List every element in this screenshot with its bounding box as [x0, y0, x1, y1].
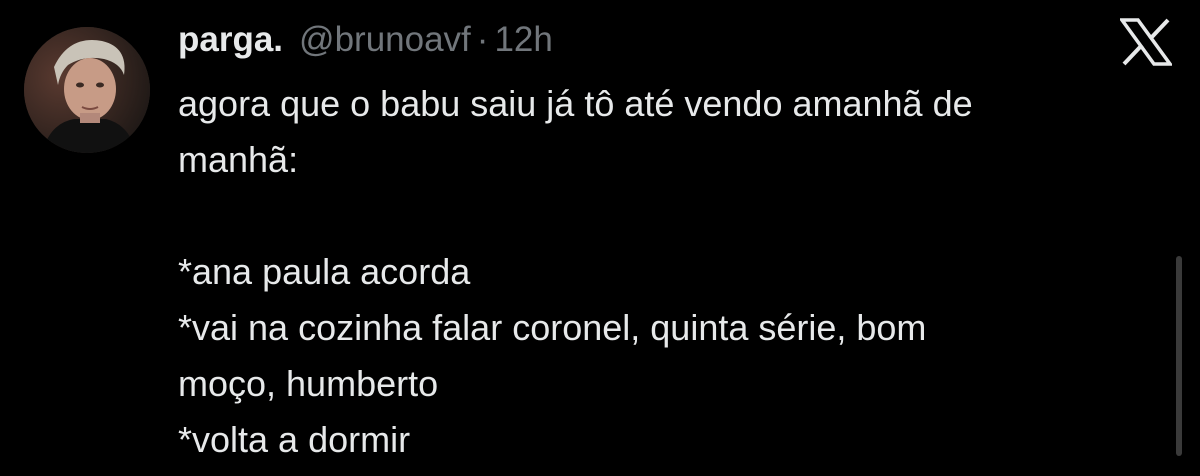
tweet-card[interactable]: parga. @brunoavf · 12h agora que o babu …: [0, 0, 1200, 476]
tweet-line: [178, 188, 1138, 244]
tweet-header: parga. @brunoavf · 12h: [178, 20, 553, 70]
separator-dot: ·: [476, 20, 489, 59]
tweet-line: manhã:: [178, 139, 299, 180]
tweet-line: moço, humberto: [178, 363, 439, 404]
user-handle[interactable]: @brunoavf: [299, 20, 471, 60]
tweet-line: *volta a dormir: [178, 419, 411, 460]
tweet-text: agora que o babu saiu já tô até vendo am…: [178, 76, 1138, 468]
tweet-line: *vai na cozinha falar coronel, quinta sé…: [178, 307, 927, 348]
tweet-line: *ana paula acorda: [178, 251, 471, 292]
display-name[interactable]: parga.: [178, 20, 283, 60]
scrollbar[interactable]: [1176, 256, 1182, 456]
tweet-line: agora que o babu saiu já tô até vendo am…: [178, 83, 973, 124]
timestamp[interactable]: 12h: [494, 20, 552, 60]
x-logo-icon[interactable]: [1118, 18, 1174, 66]
avatar[interactable]: [24, 27, 150, 153]
